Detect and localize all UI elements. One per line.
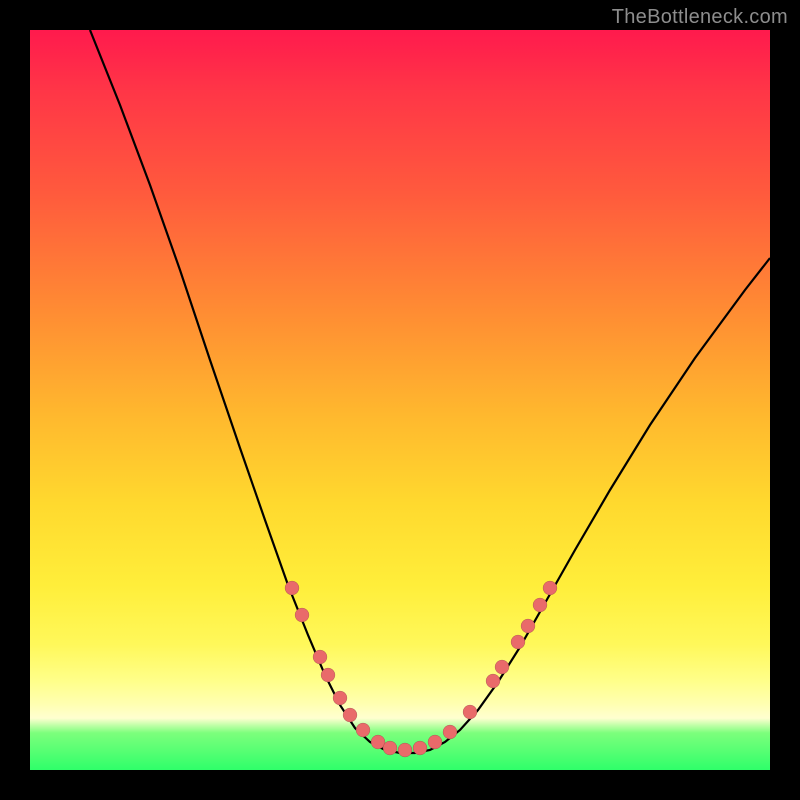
- highlight-dot: [428, 735, 442, 749]
- highlight-dot: [511, 635, 525, 649]
- highlight-dot: [413, 741, 427, 755]
- highlight-dots-group: [285, 581, 557, 757]
- highlight-dot: [463, 705, 477, 719]
- highlight-dot: [383, 741, 397, 755]
- highlight-dot: [521, 619, 535, 633]
- curve-layer: [30, 30, 770, 770]
- highlight-dot: [321, 668, 335, 682]
- highlight-dot: [398, 743, 412, 757]
- highlight-dot: [486, 674, 500, 688]
- plot-area: [30, 30, 770, 770]
- highlight-dot: [333, 691, 347, 705]
- highlight-dot: [495, 660, 509, 674]
- chart-canvas: TheBottleneck.com: [0, 0, 800, 800]
- highlight-dot: [356, 723, 370, 737]
- watermark-text: TheBottleneck.com: [612, 6, 788, 29]
- highlight-dot: [295, 608, 309, 622]
- highlight-dot: [543, 581, 557, 595]
- bottleneck-curve: [90, 30, 770, 753]
- highlight-dot: [313, 650, 327, 664]
- highlight-dot: [533, 598, 547, 612]
- highlight-dot: [343, 708, 357, 722]
- highlight-dot: [285, 581, 299, 595]
- highlight-dot: [443, 725, 457, 739]
